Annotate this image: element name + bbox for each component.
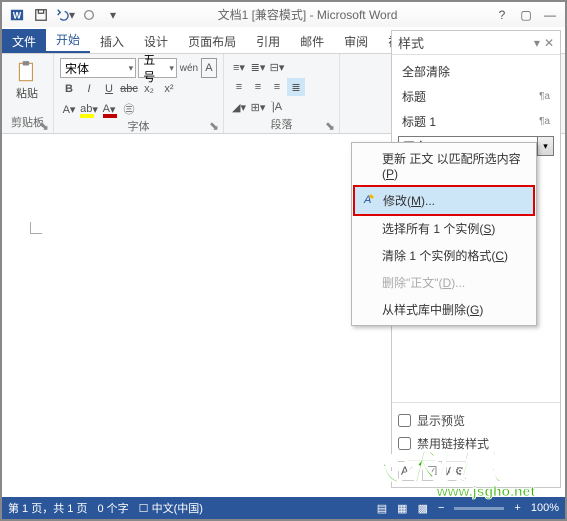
status-lang[interactable]: ☐ 中文(中国): [139, 500, 203, 516]
enclose-char-button[interactable]: ㊂: [120, 100, 138, 118]
group-paragraph: ≡▾ ≣▾ ⊟▾ ≡ ≡ ≡ ≣ ◢▾ ⊞▾ ׂ|A 段落 ⬊: [224, 54, 340, 133]
zoom-in-icon[interactable]: +: [514, 502, 520, 514]
numbering-button[interactable]: ≣▾: [249, 58, 267, 76]
menu-update-to-match[interactable]: 更新 正文 以匹配所选内容(P): [354, 145, 534, 186]
style-heading[interactable]: 标题¶a: [394, 84, 558, 109]
group-label: 段落: [230, 116, 333, 134]
justify-button[interactable]: ≣: [287, 78, 305, 96]
tab-mail[interactable]: 邮件: [290, 29, 334, 53]
multilevel-button[interactable]: ⊟▾: [268, 58, 286, 76]
disable-linked-checkbox[interactable]: 禁用链接样式: [398, 432, 554, 455]
tab-home[interactable]: 开始: [46, 27, 90, 53]
dropdown-icon[interactable]: ▾: [537, 137, 553, 155]
redo-icon[interactable]: [78, 5, 100, 25]
status-page[interactable]: 第 1 页，共 1 页: [8, 500, 87, 516]
char-border-icon[interactable]: A: [201, 58, 217, 78]
group-label: 字体: [60, 118, 217, 136]
style-context-menu: 更新 正文 以匹配所选内容(P) A 修改(M)... 选择所有 1 个实例(S…: [351, 142, 537, 326]
tab-design[interactable]: 设计: [134, 29, 178, 53]
dialog-launcher-icon[interactable]: ⬊: [325, 119, 337, 131]
tab-review[interactable]: 审阅: [334, 29, 378, 53]
menu-clear-format[interactable]: 清除 1 个实例的格式(C): [354, 242, 534, 269]
svg-text:W: W: [13, 10, 22, 20]
modify-icon: A: [361, 191, 377, 207]
pane-title: 样式: [398, 33, 424, 52]
align-right-button[interactable]: ≡: [268, 78, 286, 96]
page-corner-mark: [30, 222, 42, 234]
pane-dropdown-icon[interactable]: ▾: [534, 36, 540, 50]
status-words[interactable]: 0 个字: [97, 500, 128, 516]
tab-layout[interactable]: 页面布局: [178, 29, 246, 53]
style-heading1[interactable]: 标题 1¶a: [394, 109, 558, 134]
view-web-icon[interactable]: ▩: [418, 502, 428, 515]
group-clipboard: 粘贴 剪贴板 ⬊: [2, 54, 54, 133]
word-icon: W: [6, 5, 28, 25]
menu-select-all[interactable]: 选择所有 1 个实例(S): [354, 215, 534, 242]
align-center-button[interactable]: ≡: [249, 78, 267, 96]
text-effects-button[interactable]: A▾: [60, 100, 78, 118]
zoom-out-icon[interactable]: −: [438, 502, 444, 514]
align-left-button[interactable]: ≡: [230, 78, 248, 96]
italic-button[interactable]: I: [80, 80, 98, 98]
strike-button[interactable]: abc: [120, 80, 138, 98]
view-print-icon[interactable]: ▦: [397, 502, 407, 515]
new-style-icon[interactable]: A⁺: [398, 461, 418, 481]
ribbon-toggle-icon[interactable]: ▢: [515, 5, 537, 25]
tab-insert[interactable]: 插入: [90, 29, 134, 53]
bold-button[interactable]: B: [60, 80, 78, 98]
manage-styles-icon[interactable]: A⚙: [446, 461, 466, 481]
underline-button[interactable]: U: [100, 80, 118, 98]
undo-icon[interactable]: ▾: [54, 5, 76, 25]
menu-remove-from-gallery[interactable]: 从样式库中删除(G): [354, 296, 534, 323]
menu-delete-body: 删除"正文"(D)...: [354, 269, 534, 296]
view-read-icon[interactable]: ▤: [377, 502, 387, 515]
bullets-button[interactable]: ≡▾: [230, 58, 248, 76]
tab-references[interactable]: 引用: [246, 29, 290, 53]
sort-button[interactable]: ׂ|A: [268, 98, 286, 116]
tab-file[interactable]: 文件: [2, 29, 46, 53]
border-button[interactable]: ⊞▾: [249, 98, 267, 116]
zoom-slider[interactable]: [454, 507, 504, 510]
zoom-level[interactable]: 100%: [531, 502, 559, 514]
phonetic-icon[interactable]: wén: [179, 58, 199, 78]
highlight-button[interactable]: ab▾: [80, 100, 98, 118]
dialog-launcher-icon[interactable]: ⬊: [39, 119, 51, 131]
help-icon[interactable]: ?: [491, 5, 513, 25]
minimize-icon[interactable]: —: [539, 5, 561, 25]
pane-close-icon[interactable]: ✕: [544, 36, 554, 50]
status-bar: 第 1 页，共 1 页 0 个字 ☐ 中文(中国) ▤ ▦ ▩ − + 100%: [2, 497, 565, 519]
document-area[interactable]: [8, 152, 385, 493]
style-inspector-icon[interactable]: ☑: [422, 461, 442, 481]
font-size-combo[interactable]: 五号: [138, 58, 177, 78]
font-name-combo[interactable]: 宋体: [60, 58, 136, 78]
show-preview-checkbox[interactable]: 显示预览: [398, 409, 554, 432]
window-title: 文档1 [兼容模式] - Microsoft Word: [124, 6, 491, 23]
style-clear-all[interactable]: 全部清除: [394, 59, 558, 84]
font-color-button[interactable]: A▾: [100, 100, 118, 118]
group-font: 宋体 五号 wén A B I U abc x₂ x² A▾ ab▾ A▾ ㊂ …: [54, 54, 224, 133]
superscript-button[interactable]: x²: [160, 80, 178, 98]
paste-button[interactable]: 粘贴: [8, 58, 46, 102]
qat-more-icon[interactable]: ▾: [102, 5, 124, 25]
menu-modify[interactable]: A 修改(M)...: [353, 185, 535, 216]
save-icon[interactable]: [30, 5, 52, 25]
dialog-launcher-icon[interactable]: ⬊: [209, 119, 221, 131]
shading-button[interactable]: ◢▾: [230, 98, 248, 116]
